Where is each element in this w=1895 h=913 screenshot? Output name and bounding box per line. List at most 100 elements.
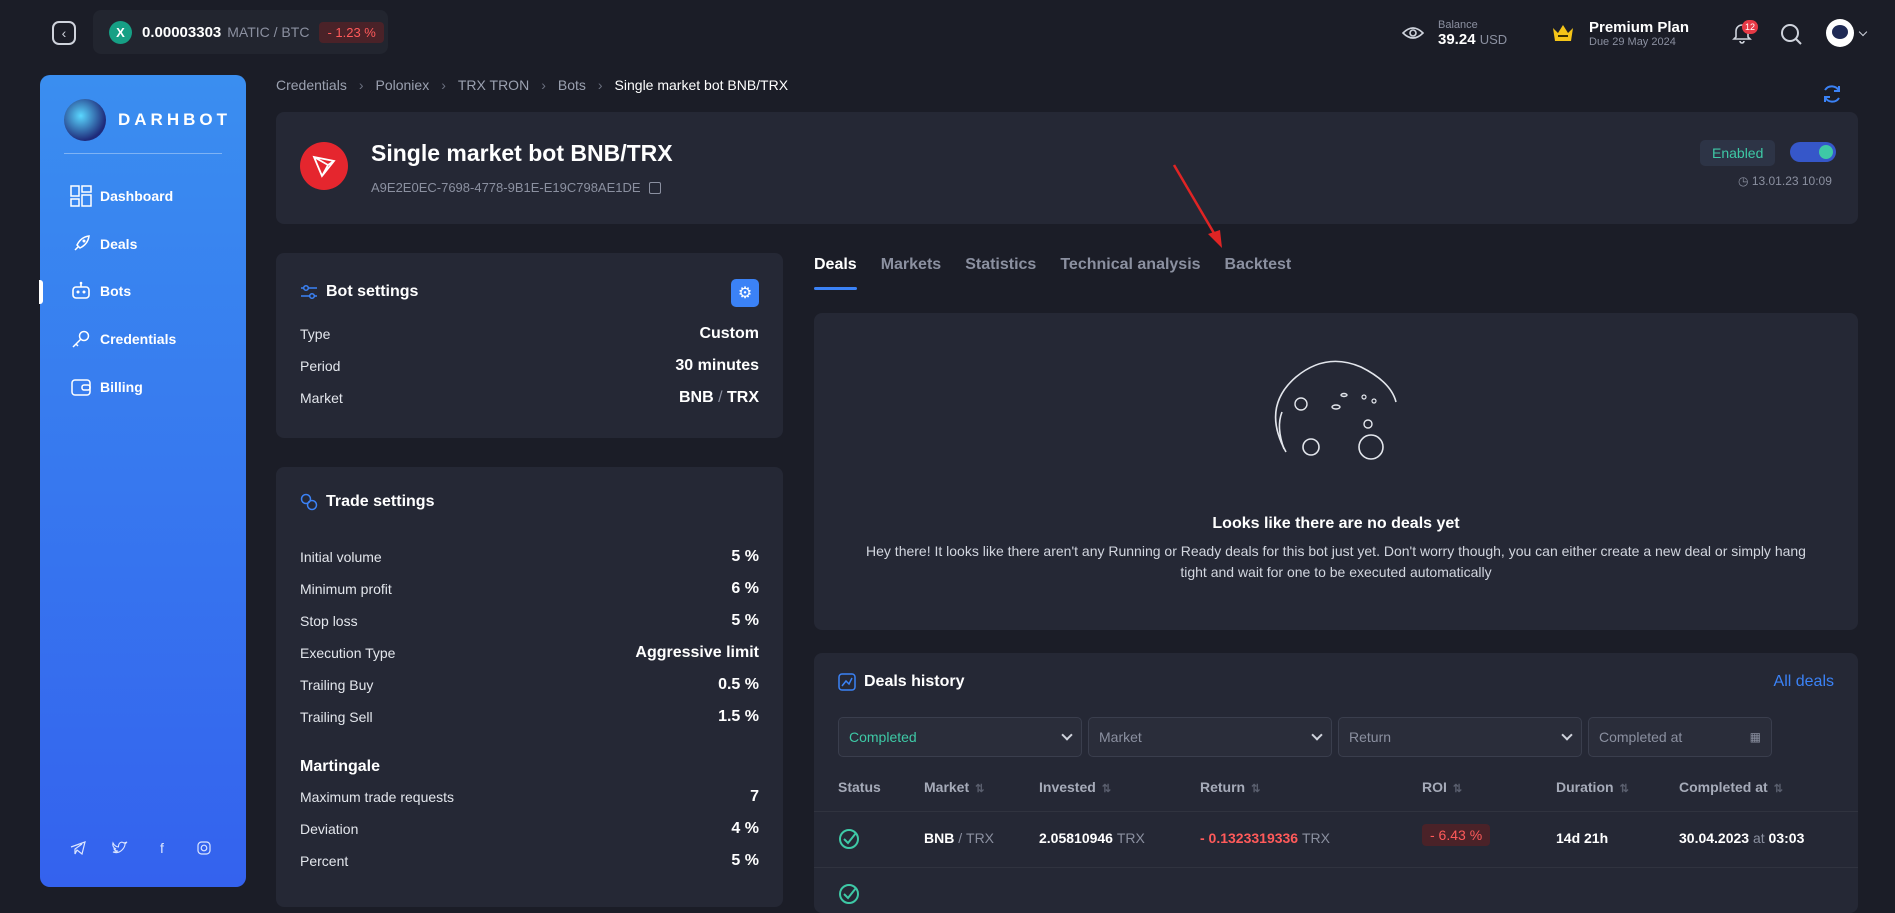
annotation-arrow [1172,164,1222,248]
breadcrumb-item[interactable]: Poloniex [376,77,430,93]
chevron-left-icon: ‹ [61,25,67,41]
table-divider [814,867,1858,868]
avatar[interactable] [1826,19,1854,47]
sidebar-item-label: Billing [100,379,143,395]
ticker-change-badge: - 1.23 % [319,21,384,43]
balance-label: Balance [1438,18,1478,31]
setting-row: Deviation 4 % [300,820,759,837]
setting-row: Trailing Sell 1.5 % [300,708,759,725]
gear-icon: ⚙ [737,285,753,302]
column-header-status[interactable]: Status [838,779,881,795]
copy-icon[interactable] [648,181,661,194]
telegram-icon[interactable] [70,840,86,856]
sliders-icon [301,284,317,300]
setting-row: Percent 5 % [300,852,759,869]
coin-icon: X [109,20,132,44]
price-ticker[interactable]: X 0.00003303 MATIC / BTC - 1.23 % [93,10,388,54]
rocket-icon [70,233,92,255]
page-title: Single market bot BNB/TRX [371,140,673,166]
eye-icon[interactable] [1402,26,1424,40]
breadcrumb-separator: › [541,77,546,93]
column-header-market[interactable]: Market ⇅ [924,779,984,795]
collapse-sidebar-button[interactable]: ‹ [52,21,76,45]
chevron-down-icon[interactable] [1858,27,1868,37]
plan-widget[interactable]: Premium Plan Due 29 May 2024 [1551,0,1689,66]
setting-row: Execution Type Aggressive limit [300,644,759,661]
sidebar-item-bots[interactable]: Bots [70,280,131,302]
breadcrumb-separator: › [441,77,446,93]
column-header-roi[interactable]: ROI ⇅ [1422,779,1462,795]
breadcrumb-item[interactable]: TRX TRON [458,77,529,93]
trade-settings-card: Trade settings Initial volume 5 % Minimum… [276,467,783,907]
refresh-icon[interactable] [1821,83,1843,105]
cell-return: - 0.1323319336 TRX [1200,830,1330,846]
instagram-icon[interactable] [196,840,212,856]
setting-row: Maximum trade requests 7 [300,788,759,805]
sidebar-divider [64,153,222,154]
sidebar-item-dashboard[interactable]: Dashboard [70,185,173,207]
tab-statistics[interactable]: Statistics [965,256,1036,274]
column-header-completed-at[interactable]: Completed at ⇅ [1679,779,1783,795]
crown-icon [1553,25,1573,41]
cell-duration: 14d 21h [1556,830,1609,846]
wallet-icon [70,376,92,398]
cell-market: BNB / TRX [924,830,995,846]
setting-row: Minimum profit 6 % [300,580,759,597]
bot-header-card: Single market bot BNB/TRX A9E2E0EC-7698-… [276,112,1858,224]
market-filter-select[interactable]: Market [1088,717,1332,757]
breadcrumb-separator: › [597,77,603,93]
search-icon[interactable] [1780,23,1802,45]
notifications-button[interactable]: 12 [1732,20,1759,44]
empty-description: Hey there! It looks like there aren't an… [866,543,1806,580]
empty-title: Looks like there are no deals yet [1212,515,1460,532]
sidebar-item-label: Deals [100,236,138,252]
logo-icon [64,99,106,141]
coins-icon [300,493,318,511]
plan-name: Premium Plan [1589,18,1690,36]
bot-settings-edit-button[interactable]: ⚙ [731,279,759,307]
sort-icon: ⇅ [975,783,985,795]
breadcrumb-item[interactable]: Bots [558,77,586,93]
sort-icon: ⇅ [1773,783,1783,795]
cell-roi: - 6.43 % [1422,824,1491,846]
sidebar-item-label: Credentials [100,331,177,347]
cell-completed-at: 30.04.2023 at 03:03 [1679,830,1805,846]
sidebar-item-credentials[interactable]: Credentials [70,328,176,350]
twitter-icon[interactable] [112,840,128,856]
column-header-duration[interactable]: Duration ⇅ [1556,779,1629,795]
tab-deals[interactable]: Deals [814,256,857,290]
sidebar-item-deals[interactable]: Deals [70,233,137,255]
enabled-toggle[interactable] [1790,142,1836,162]
column-header-invested[interactable]: Invested ⇅ [1039,779,1111,795]
sort-icon: ⇅ [1251,783,1261,795]
ticker-price: 0.00003303 [142,23,222,41]
dashboard-icon [70,185,92,207]
check-circle-icon [839,884,859,904]
robot-icon [70,280,92,302]
chevron-down-icon [1311,729,1323,741]
tab-backtest[interactable]: Backtest [1225,256,1292,274]
logo[interactable]: DARHBOT [64,99,231,141]
ticker-pair: MATIC / BTC [227,24,310,40]
active-indicator [39,280,43,304]
column-header-return[interactable]: Return ⇅ [1200,779,1260,795]
trade-settings-title: Trade settings [300,493,434,511]
martingale-heading: Martingale [300,758,381,775]
completed-at-date-input[interactable]: Completed at ▦ [1588,717,1772,757]
cell-invested: 2.05810946 TRX [1039,830,1145,846]
sidebar-item-billing[interactable]: Billing [70,376,143,398]
all-deals-link[interactable]: All deals [1774,673,1834,691]
return-filter-select[interactable]: Return [1338,717,1582,757]
balance-widget[interactable]: Balance 39.24 USD [1402,0,1507,66]
chevron-down-icon [1061,729,1073,741]
facebook-icon[interactable]: f [154,840,170,856]
sort-icon: ⇅ [1101,783,1112,795]
tab-markets[interactable]: Markets [881,256,941,274]
brand-name: DARHBOT [118,110,231,129]
tab-technical-analysis[interactable]: Technical analysis [1060,256,1200,274]
status-filter-select[interactable]: Completed [838,717,1082,757]
moon-illustration-icon [1274,360,1397,460]
sidebar: DARHBOT Dashboard Deals Bots Credentials… [39,75,246,887]
plan-due: Due 29 May 2024 [1589,35,1676,48]
breadcrumb-item[interactable]: Credentials [276,77,347,93]
